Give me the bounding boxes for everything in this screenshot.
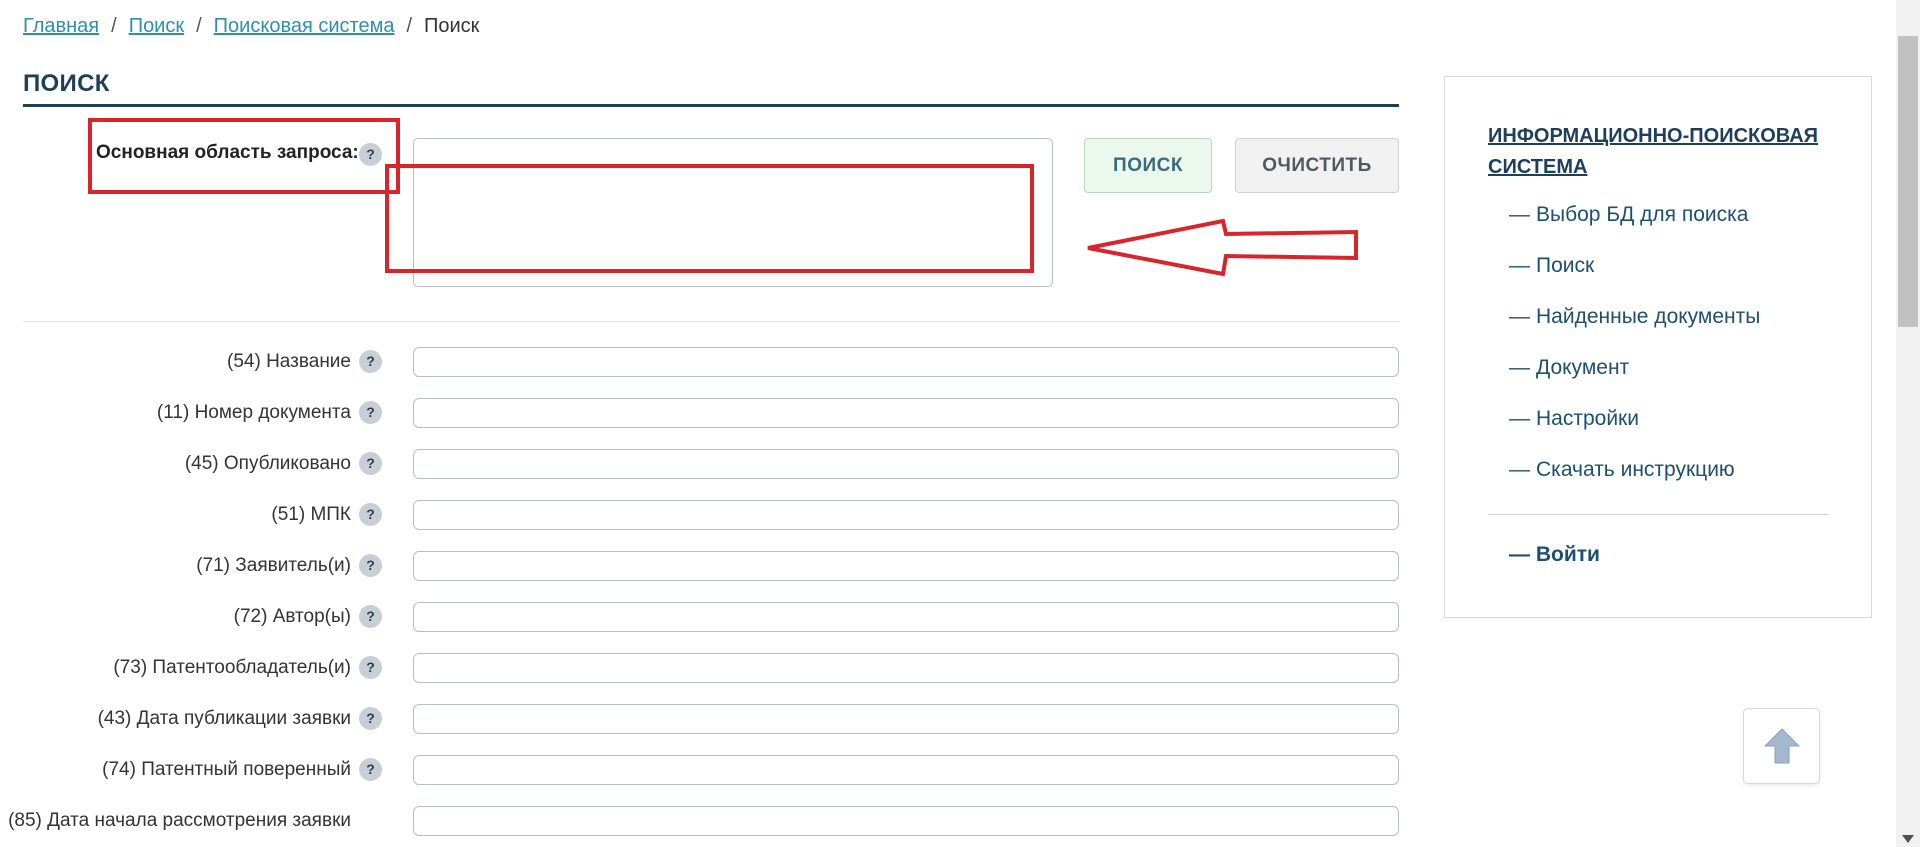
title-underline: [23, 104, 1399, 107]
application-pub-date-input[interactable]: [413, 704, 1399, 734]
dash-icon: —: [1509, 543, 1530, 566]
field-label-exam-start-date: (85) Дата начала рассмотрения заявки: [8, 810, 351, 831]
sidebar-divider: [1488, 514, 1829, 515]
ipc-input[interactable]: [413, 500, 1399, 530]
arrow-up-icon: [1763, 728, 1801, 764]
help-icon[interactable]: ?: [359, 707, 382, 730]
dash-icon: —: [1509, 254, 1530, 277]
scrollbar-thumb[interactable]: [1898, 36, 1918, 327]
login-link[interactable]: — Войти: [1509, 543, 1600, 567]
breadcrumb-link-search[interactable]: Поиск: [129, 15, 184, 37]
author-input[interactable]: [413, 602, 1399, 632]
applicant-input[interactable]: [413, 551, 1399, 581]
dash-icon: —: [1509, 203, 1530, 226]
annotation-arrow-icon: [1087, 218, 1358, 277]
field-label-ipc: (51) МПК: [271, 504, 351, 525]
sidebar-item-download-guide[interactable]: — Скачать инструкцию: [1509, 458, 1735, 482]
annotation-box-label: [88, 118, 400, 194]
field-label-doc-number: (11) Номер документа: [156, 402, 351, 423]
help-icon[interactable]: ?: [359, 656, 382, 679]
sidebar-item-label: Выбор БД для поиска: [1536, 203, 1749, 226]
sidebar-item-label: Найденные документы: [1536, 305, 1761, 328]
help-icon[interactable]: ?: [359, 554, 382, 577]
breadcrumb-separator: /: [406, 15, 413, 37]
sidebar-item-label: Поиск: [1536, 254, 1595, 277]
dash-icon: —: [1509, 458, 1530, 481]
field-label-patent-attorney: (74) Патентный поверенный: [102, 759, 351, 780]
help-icon[interactable]: ?: [359, 503, 382, 526]
published-input[interactable]: [413, 449, 1399, 479]
sidebar-item-settings[interactable]: — Настройки: [1509, 407, 1639, 431]
exam-start-date-input[interactable]: [413, 806, 1399, 836]
sidebar-item-document[interactable]: — Документ: [1509, 356, 1629, 380]
sidebar-item-label: Настройки: [1536, 407, 1639, 430]
sidebar: ИНФОРМАЦИОННО-ПОИСКОВАЯ СИСТЕМА — Выбор Б…: [1444, 76, 1872, 618]
breadcrumb-link-search-system[interactable]: Поисковая система: [214, 15, 395, 37]
dash-icon: —: [1509, 356, 1530, 379]
field-label-applicant: (71) Заявитель(и): [196, 555, 351, 576]
page: Главная / Поиск / Поисковая система / Поиск ПО…: [0, 0, 1920, 847]
help-icon[interactable]: ?: [359, 452, 382, 475]
help-icon[interactable]: ?: [359, 605, 382, 628]
field-label-author: (72) Автор(ы): [233, 606, 351, 627]
dash-icon: —: [1509, 305, 1530, 328]
page-title: ПОИСК: [23, 70, 110, 97]
sidebar-item-search[interactable]: — Поиск: [1509, 254, 1594, 278]
field-label-title: (54) Название: [227, 351, 351, 372]
title-input[interactable]: [413, 347, 1399, 377]
scroll-down-arrow-icon[interactable]: [1901, 834, 1915, 844]
help-icon[interactable]: ?: [359, 401, 382, 424]
breadcrumb-separator: /: [196, 15, 202, 37]
breadcrumb-link-home[interactable]: Главная: [23, 15, 99, 37]
clear-button[interactable]: ОЧИСТИТЬ: [1235, 138, 1399, 193]
doc-number-input[interactable]: [413, 398, 1399, 428]
breadcrumb-current: Поиск: [424, 15, 480, 37]
patent-holder-input[interactable]: [413, 653, 1399, 683]
dash-icon: —: [1509, 407, 1530, 430]
sidebar-title-link[interactable]: ИНФОРМАЦИОННО-ПОИСКОВАЯ СИСТЕМА: [1488, 121, 1848, 183]
field-label-application-pub-date: (43) Дата публикации заявки: [97, 708, 351, 729]
patent-attorney-input[interactable]: [413, 755, 1399, 785]
section-divider: [23, 321, 1399, 322]
breadcrumb-separator: /: [111, 15, 117, 37]
sidebar-item-found-docs[interactable]: — Найденные документы: [1509, 305, 1760, 329]
sidebar-item-label: Скачать инструкцию: [1536, 458, 1735, 481]
field-label-patent-holder: (73) Патентообладатель(и): [113, 657, 351, 678]
login-label: Войти: [1535, 543, 1600, 566]
field-label-published: (45) Опубликовано: [184, 453, 351, 474]
breadcrumb: Главная / Поиск / Поисковая система / Поиск: [23, 14, 479, 38]
scroll-to-top-button[interactable]: [1743, 708, 1820, 784]
help-icon[interactable]: ?: [359, 758, 382, 781]
search-button[interactable]: ПОИСК: [1084, 138, 1212, 193]
sidebar-item-label: Документ: [1536, 356, 1630, 379]
annotation-box-textarea: [385, 164, 1034, 273]
sidebar-item-db-select[interactable]: — Выбор БД для поиска: [1509, 203, 1748, 227]
help-icon[interactable]: ?: [359, 350, 382, 373]
